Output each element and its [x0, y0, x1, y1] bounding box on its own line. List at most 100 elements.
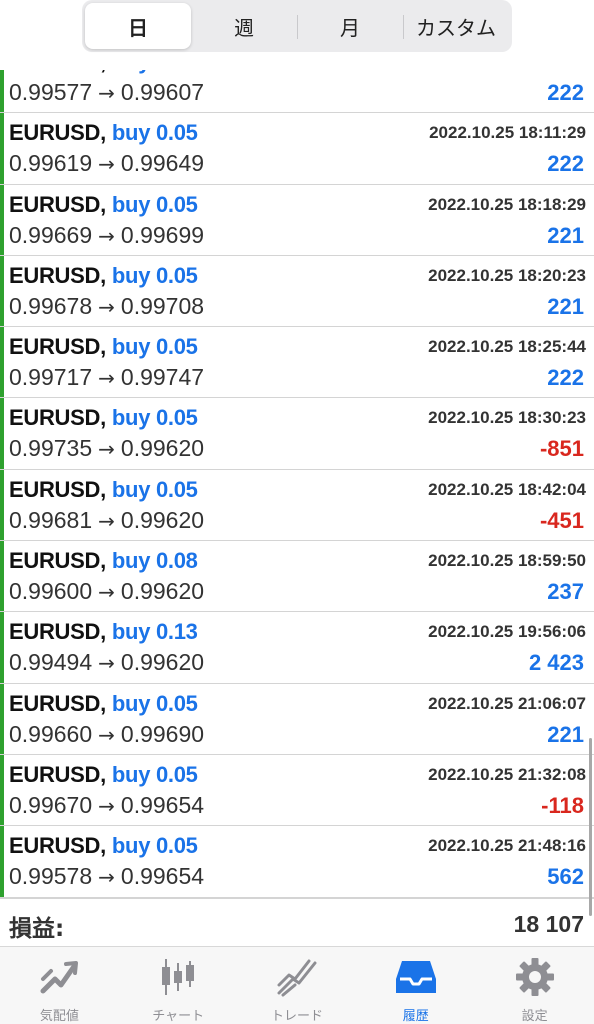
trade-symbol: EURUSD,buy 0.05 [9, 405, 198, 431]
arrow-right-icon: → [98, 722, 115, 747]
trade-prices: 0.99669 → 0.99699 [9, 222, 204, 249]
close-price: 0.99654 [120, 791, 205, 818]
trade-prices: 0.99735 → 0.99620 [9, 435, 204, 462]
period-segmented-control: 日 週 月 カスタム [82, 0, 512, 52]
trade-symbol: EURUSD,buy 0.05 [9, 690, 198, 716]
trade-side-volume: buy 0.05 [111, 120, 198, 146]
open-price: 0.99660 [9, 720, 93, 747]
trade-profit: 222 [547, 151, 584, 177]
tab-quotes[interactable]: 気配値 [0, 947, 119, 1024]
trade-profit: 2 423 [528, 650, 584, 676]
trade-profit: -851 [539, 436, 584, 462]
trade-close-time: 2022.10.25 18:30:23 [428, 408, 586, 428]
open-price: 0.99600 [9, 578, 93, 605]
tab-trade-label: トレード [270, 1009, 323, 1024]
arrow-right-icon: → [98, 152, 115, 177]
trade-row[interactable]: EURUSD, buy 0.05 2022.10.25 21:06:07 0.9966… [0, 683, 594, 755]
close-price: 0.99620 [120, 578, 205, 605]
close-price: 0.99607 [120, 79, 205, 105]
trade-side-volume: buy 0.05 [111, 334, 198, 360]
trade-icon [277, 959, 317, 997]
trade-close-time: 2022.10.25 18:11:29 [429, 123, 586, 143]
arrow-right-icon: → [98, 793, 115, 818]
arrow-right-icon: → [98, 865, 115, 890]
arrow-right-icon: → [98, 223, 115, 248]
trade-prices: 0.99619 → 0.99649 [9, 150, 204, 177]
trade-close-time: 2022.10.25 19:56:06 [428, 622, 586, 642]
tab-settings-label: 設定 [521, 1009, 548, 1024]
tab-month[interactable]: 月 [297, 3, 403, 49]
trade-profit: 222 [547, 365, 584, 391]
trade-row[interactable]: EURUSD, buy 0.05 2022.10.25 21:48:16 0.9957… [0, 826, 594, 898]
profit-summary: 損益: 18 107 [0, 898, 594, 946]
trade-side-volume: buy 0.13 [111, 619, 198, 645]
open-price: 0.99717 [9, 364, 93, 391]
trade-row[interactable]: EURUSD, buy 0.05 2022.10.25 18:42:04 0.9968… [0, 469, 594, 542]
trade-close-time: 2022.10.25 18:20:23 [428, 265, 586, 285]
period-selector-bar: 日 週 月 カスタム [0, 0, 594, 70]
arrow-right-icon: → [98, 651, 115, 676]
arrow-right-icon: → [98, 81, 115, 105]
trade-side-volume: buy 0.05 [111, 191, 198, 217]
open-price: 0.99578 [9, 863, 93, 890]
close-price: 0.99620 [120, 506, 205, 533]
arrow-right-icon: → [98, 294, 115, 319]
close-price: 0.99699 [120, 221, 205, 248]
trade-row[interactable]: EURUSD, buy 0.05 2022.10.25 21:32:08 0.9967… [0, 754, 594, 827]
tab-settings[interactable]: 設定 [475, 947, 594, 1024]
trade-prices: 0.99577 → 0.99607 [9, 79, 204, 106]
close-price: 0.99708 [120, 292, 205, 319]
profit-value: 18 107 [513, 911, 584, 937]
trade-symbol: EURUSD,buy 0.05 [9, 191, 198, 217]
tab-chart-label: チャート [152, 1009, 205, 1024]
trade-profit: 562 [547, 864, 584, 890]
trade-prices: 0.99681 → 0.99620 [9, 507, 204, 534]
trade-profit: -451 [539, 507, 584, 533]
open-price: 0.99678 [9, 292, 93, 319]
trade-profit: 222 [547, 80, 584, 105]
tab-custom[interactable]: カスタム [403, 3, 509, 49]
trade-row[interactable]: EURUSD, buy 0.05 2022.10.25 18:11:29 0.9961… [0, 113, 594, 185]
trade-row[interactable]: EURUSD, buy 0.05 2022.10.25 18:30:23 0.9973… [0, 398, 594, 470]
trade-symbol: EURUSD,buy 0.05 [9, 833, 198, 859]
trade-row[interactable]: EURUSD, buy 0.08 2022.10.25 18:59:50 0.9960… [0, 541, 594, 613]
close-price: 0.99690 [120, 720, 205, 747]
arrow-right-icon: → [98, 580, 115, 605]
tab-chart[interactable]: チャート [119, 947, 238, 1024]
bottom-tab-bar: 気配値 チャート トレード 履歴 設定 [0, 946, 594, 1024]
trade-symbol: EURUSD,buy 0.05 [9, 476, 198, 502]
trade-side-volume: buy 0.05 [111, 476, 198, 502]
close-price: 0.99654 [120, 863, 205, 890]
open-price: 0.99494 [9, 649, 93, 676]
trade-prices: 0.99578 → 0.99654 [9, 863, 204, 890]
arrow-right-icon: → [98, 366, 115, 391]
trade-row[interactable]: EURUSD, buy 0.13 2022.10.25 19:56:06 0.9949… [0, 612, 594, 684]
trade-close-time: 2022.10.25 18:18:29 [428, 194, 586, 214]
tab-trade[interactable]: トレード [238, 947, 357, 1024]
trade-side-volume: buy 0.05 [111, 405, 198, 431]
quotes-icon [40, 961, 79, 994]
trade-profit: 237 [547, 579, 584, 605]
trade-profit: 221 [547, 222, 584, 248]
trade-row[interactable]: EURUSD, buy 0.05 2022.10.25 18:18:29 0.9966… [0, 184, 594, 256]
trade-history-list[interactable]: EURUSD,buy 0.050.99577→0.99607222EURUSD,… [0, 42, 594, 898]
trade-prices: 0.99600 → 0.99620 [9, 578, 204, 605]
trade-row[interactable]: EURUSD, buy 0.05 2022.10.25 18:20:23 0.9967… [0, 255, 594, 328]
chart-icon [162, 959, 195, 995]
tab-day[interactable]: 日 [85, 3, 191, 49]
open-price: 0.99735 [9, 435, 93, 462]
tab-history[interactable]: 履歴 [356, 947, 475, 1024]
tab-week[interactable]: 週 [191, 3, 297, 49]
scrollbar[interactable] [589, 738, 592, 916]
trade-prices: 0.99670 → 0.99654 [9, 792, 204, 819]
trade-side-volume: buy 0.05 [111, 761, 198, 787]
close-price: 0.99747 [120, 364, 205, 391]
trade-side-volume: buy 0.05 [111, 690, 198, 716]
settings-icon [515, 958, 554, 996]
tab-quotes-label: 気配値 [39, 1009, 79, 1024]
trade-row[interactable]: EURUSD, buy 0.05 2022.10.25 18:25:44 0.9971… [0, 327, 594, 399]
trade-symbol: EURUSD, buy 0.08 [9, 548, 198, 574]
trade-symbol: EURUSD,buy 0.05 [9, 262, 198, 288]
trade-side-volume: buy 0.05 [111, 262, 198, 288]
open-price: 0.99619 [9, 150, 93, 177]
